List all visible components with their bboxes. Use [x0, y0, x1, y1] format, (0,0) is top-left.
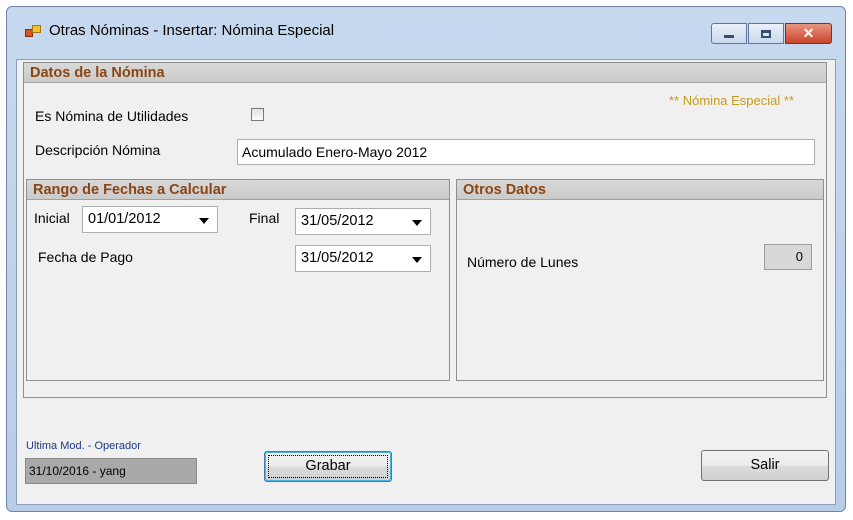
salir-button[interactable]: Salir — [701, 450, 829, 481]
nomina-especial-tag: ** Nómina Especial ** — [669, 93, 795, 108]
groupbox-header-otros-datos: Otros Datos — [457, 180, 823, 200]
dialog-client-area: Datos de la Nómina Es Nómina de Utilidad… — [16, 59, 836, 505]
final-date-value: 31/05/2012 — [301, 213, 374, 229]
fecha-pago-date-picker[interactable]: 31/05/2012 — [295, 245, 431, 272]
fecha-pago-label: Fecha de Pago — [38, 249, 133, 265]
final-label: Final — [249, 210, 280, 226]
close-icon: ✕ — [802, 25, 815, 41]
es-utilidades-checkbox[interactable] — [251, 108, 264, 121]
groupbox-otros-datos: Otros Datos Número de Lunes 0 — [456, 179, 824, 381]
grabar-button[interactable]: Grabar — [264, 451, 392, 482]
minimize-button[interactable] — [711, 23, 747, 44]
salir-button-label: Salir — [750, 457, 780, 473]
inicial-label: Inicial — [34, 210, 70, 226]
descripcion-label: Descripción Nómina — [35, 142, 161, 158]
es-utilidades-label: Es Nómina de Utilidades — [35, 108, 189, 124]
maximize-button[interactable] — [748, 23, 784, 44]
maximize-icon — [749, 24, 783, 43]
app-icon — [25, 25, 41, 39]
ultima-mod-label: Ultima Mod. - Operador — [26, 440, 141, 452]
ultima-mod-field: 31/10/2016 - yang — [25, 458, 197, 484]
groupbox-header-rango-fechas: Rango de Fechas a Calcular — [27, 180, 449, 200]
fecha-pago-date-value: 31/05/2012 — [301, 250, 374, 266]
groupbox-header-datos-nomina: Datos de la Nómina — [24, 63, 826, 83]
groupbox-datos-nomina: Datos de la Nómina Es Nómina de Utilidad… — [23, 62, 827, 398]
groupbox-rango-fechas: Rango de Fechas a Calcular Inicial 01/01… — [26, 179, 450, 381]
grabar-button-label: Grabar — [305, 458, 351, 474]
numero-lunes-input[interactable]: 0 — [764, 244, 812, 270]
chevron-down-icon — [412, 257, 422, 263]
chevron-down-icon — [199, 218, 209, 224]
minimize-icon — [712, 24, 746, 43]
inicial-date-picker[interactable]: 01/01/2012 — [82, 206, 218, 233]
window-title: Otras Nóminas - Insertar: Nómina Especia… — [49, 22, 335, 39]
descripcion-input[interactable]: Acumulado Enero-Mayo 2012 — [237, 139, 815, 165]
title-bar[interactable]: Otras Nóminas - Insertar: Nómina Especia… — [7, 7, 845, 51]
final-date-picker[interactable]: 31/05/2012 — [295, 208, 431, 235]
numero-lunes-label: Número de Lunes — [467, 254, 579, 270]
inicial-date-value: 01/01/2012 — [88, 211, 161, 227]
chevron-down-icon — [412, 220, 422, 226]
dialog-window: Otras Nóminas - Insertar: Nómina Especia… — [6, 6, 846, 512]
close-button[interactable]: ✕ — [785, 23, 832, 44]
